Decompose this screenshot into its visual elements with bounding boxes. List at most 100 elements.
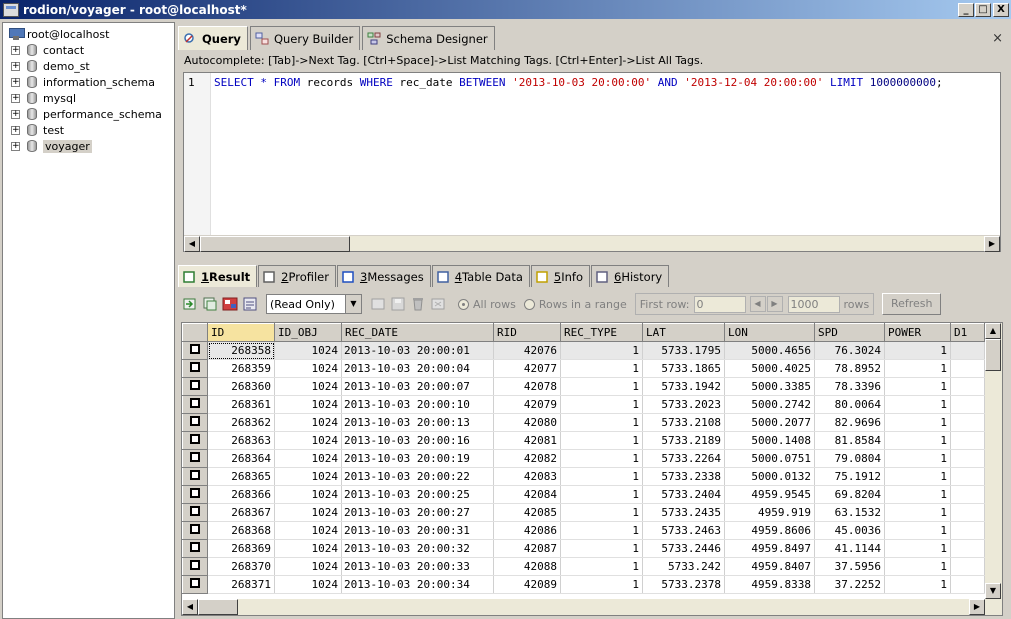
cell-rid[interactable]: 42089 [493, 575, 561, 594]
checkbox-icon[interactable] [190, 380, 200, 390]
cell-id[interactable]: 268365 [207, 467, 275, 486]
cell-d1[interactable] [950, 467, 985, 486]
row-checkbox[interactable] [182, 467, 208, 486]
cell-lat[interactable]: 5733.242 [642, 557, 725, 576]
tree-db-test[interactable]: + test [11, 122, 64, 138]
table-row[interactable]: 268368 1024 2013-10-03 20:00:31 42086 1 5733.… [182, 521, 985, 540]
cell-power[interactable]: 1 [884, 395, 951, 414]
cell-rid[interactable]: 42084 [493, 485, 561, 504]
cell-rid[interactable]: 42082 [493, 449, 561, 468]
cell-lat[interactable]: 5733.2378 [642, 575, 725, 594]
cell-d1[interactable] [950, 377, 985, 396]
cell-d1[interactable] [950, 557, 985, 576]
table-row[interactable]: 268359 1024 2013-10-03 20:00:04 42077 1 5733.… [182, 359, 985, 378]
expand-icon[interactable]: + [11, 125, 20, 135]
cell-rec-type[interactable]: 1 [560, 575, 643, 594]
cell-spd[interactable]: 78.8952 [814, 359, 885, 378]
cell-lon[interactable]: 4959.8407 [724, 557, 815, 576]
cell-lat[interactable]: 5733.2338 [642, 467, 725, 486]
row-checkbox[interactable] [182, 575, 208, 594]
checkbox-icon[interactable] [190, 434, 200, 444]
cell-id[interactable]: 268359 [207, 359, 275, 378]
cell-id[interactable]: 268367 [207, 503, 275, 522]
cell-spd[interactable]: 37.2252 [814, 575, 885, 594]
cell-id[interactable]: 268370 [207, 557, 275, 576]
grid-view-icon[interactable] [222, 296, 238, 312]
cell-id[interactable]: 268369 [207, 539, 275, 558]
checkbox-icon[interactable] [190, 398, 200, 408]
cell-lat[interactable]: 5733.1942 [642, 377, 725, 396]
cell-lat[interactable]: 5733.2189 [642, 431, 725, 450]
cell-power[interactable]: 1 [884, 485, 951, 504]
cell-spd[interactable]: 63.1532 [814, 503, 885, 522]
cell-rid[interactable]: 42078 [493, 377, 561, 396]
cell-d1[interactable] [950, 449, 985, 468]
cell-lon[interactable]: 4959.8497 [724, 539, 815, 558]
cell-id-obj[interactable]: 1024 [274, 377, 342, 396]
cell-d1[interactable] [950, 485, 985, 504]
cell-rec-date[interactable]: 2013-10-03 20:00:10 [341, 395, 494, 414]
cell-lon[interactable]: 5000.4025 [724, 359, 815, 378]
cell-spd[interactable]: 76.3024 [814, 341, 885, 360]
cell-rec-type[interactable]: 1 [560, 485, 643, 504]
cell-rec-date[interactable]: 2013-10-03 20:00:34 [341, 575, 494, 594]
cell-id-obj[interactable]: 1024 [274, 431, 342, 450]
cell-id-obj[interactable]: 1024 [274, 539, 342, 558]
tree-db-voyager[interactable]: + voyager [11, 138, 92, 154]
chevron-down-icon[interactable]: ▼ [345, 295, 361, 313]
column-header-rec-date[interactable]: REC_DATE [341, 323, 494, 342]
grid-scroll-left-icon[interactable]: ◀ [182, 599, 198, 615]
refresh-button[interactable]: Refresh [882, 293, 942, 315]
text-view-icon[interactable] [242, 296, 258, 312]
column-header-rec-type[interactable]: REC_TYPE [560, 323, 643, 342]
row-checkbox[interactable] [182, 503, 208, 522]
cell-id[interactable]: 268368 [207, 521, 275, 540]
cell-rec-type[interactable]: 1 [560, 341, 643, 360]
row-checkbox[interactable] [182, 449, 208, 468]
cell-power[interactable]: 1 [884, 431, 951, 450]
cell-rid[interactable]: 42088 [493, 557, 561, 576]
checkbox-icon[interactable] [190, 344, 200, 354]
cell-rec-date[interactable]: 2013-10-03 20:00:13 [341, 413, 494, 432]
cell-lat[interactable]: 5733.1795 [642, 341, 725, 360]
grid-vscroll-thumb[interactable] [985, 339, 1001, 371]
scrollbar-thumb[interactable] [200, 236, 350, 252]
cell-lat[interactable]: 5733.2023 [642, 395, 725, 414]
table-row[interactable]: 268361 1024 2013-10-03 20:00:10 42079 1 5733.… [182, 395, 985, 414]
cell-rec-type[interactable]: 1 [560, 359, 643, 378]
cell-d1[interactable] [950, 413, 985, 432]
cell-rec-date[interactable]: 2013-10-03 20:00:32 [341, 539, 494, 558]
edit-mode-select[interactable]: (Read Only) ▼ [266, 294, 362, 314]
sql-editor[interactable]: 1 SELECT * FROM records WHERE rec_date B… [183, 72, 1001, 252]
cell-lat[interactable]: 5733.2463 [642, 521, 725, 540]
table-row[interactable]: 268365 1024 2013-10-03 20:00:22 42083 1 5733.… [182, 467, 985, 486]
cell-id-obj[interactable]: 1024 [274, 359, 342, 378]
cell-rid[interactable]: 42083 [493, 467, 561, 486]
cell-lon[interactable]: 5000.4656 [724, 341, 815, 360]
cell-power[interactable]: 1 [884, 539, 951, 558]
tab-info[interactable]: 5 Info [530, 265, 590, 287]
next-page-icon[interactable]: ▶ [766, 296, 783, 312]
checkbox-icon[interactable] [190, 578, 200, 588]
cell-spd[interactable]: 69.8204 [814, 485, 885, 504]
cell-rec-date[interactable]: 2013-10-03 20:00:04 [341, 359, 494, 378]
cell-lon[interactable]: 5000.1408 [724, 431, 815, 450]
table-row[interactable]: 268363 1024 2013-10-03 20:00:16 42081 1 5733.… [182, 431, 985, 450]
cell-lat[interactable]: 5733.2264 [642, 449, 725, 468]
cell-rid[interactable]: 42077 [493, 359, 561, 378]
cell-d1[interactable] [950, 539, 985, 558]
cell-power[interactable]: 1 [884, 521, 951, 540]
cell-spd[interactable]: 37.5956 [814, 557, 885, 576]
tree-db-performance-schema[interactable]: + performance_schema [11, 106, 162, 122]
prev-page-icon[interactable]: ◀ [749, 296, 766, 312]
cell-lon[interactable]: 5000.0132 [724, 467, 815, 486]
cell-id-obj[interactable]: 1024 [274, 503, 342, 522]
cell-power[interactable]: 1 [884, 359, 951, 378]
cell-lon[interactable]: 5000.2742 [724, 395, 815, 414]
cell-rec-type[interactable]: 1 [560, 467, 643, 486]
row-checkbox[interactable] [182, 395, 208, 414]
cell-power[interactable]: 1 [884, 467, 951, 486]
cell-rec-type[interactable]: 1 [560, 449, 643, 468]
result-grid[interactable]: ID ID_OBJ REC_DATE RID REC_TYPE LAT LON SPD POWE… [181, 322, 1003, 616]
column-header-rid[interactable]: RID [493, 323, 561, 342]
